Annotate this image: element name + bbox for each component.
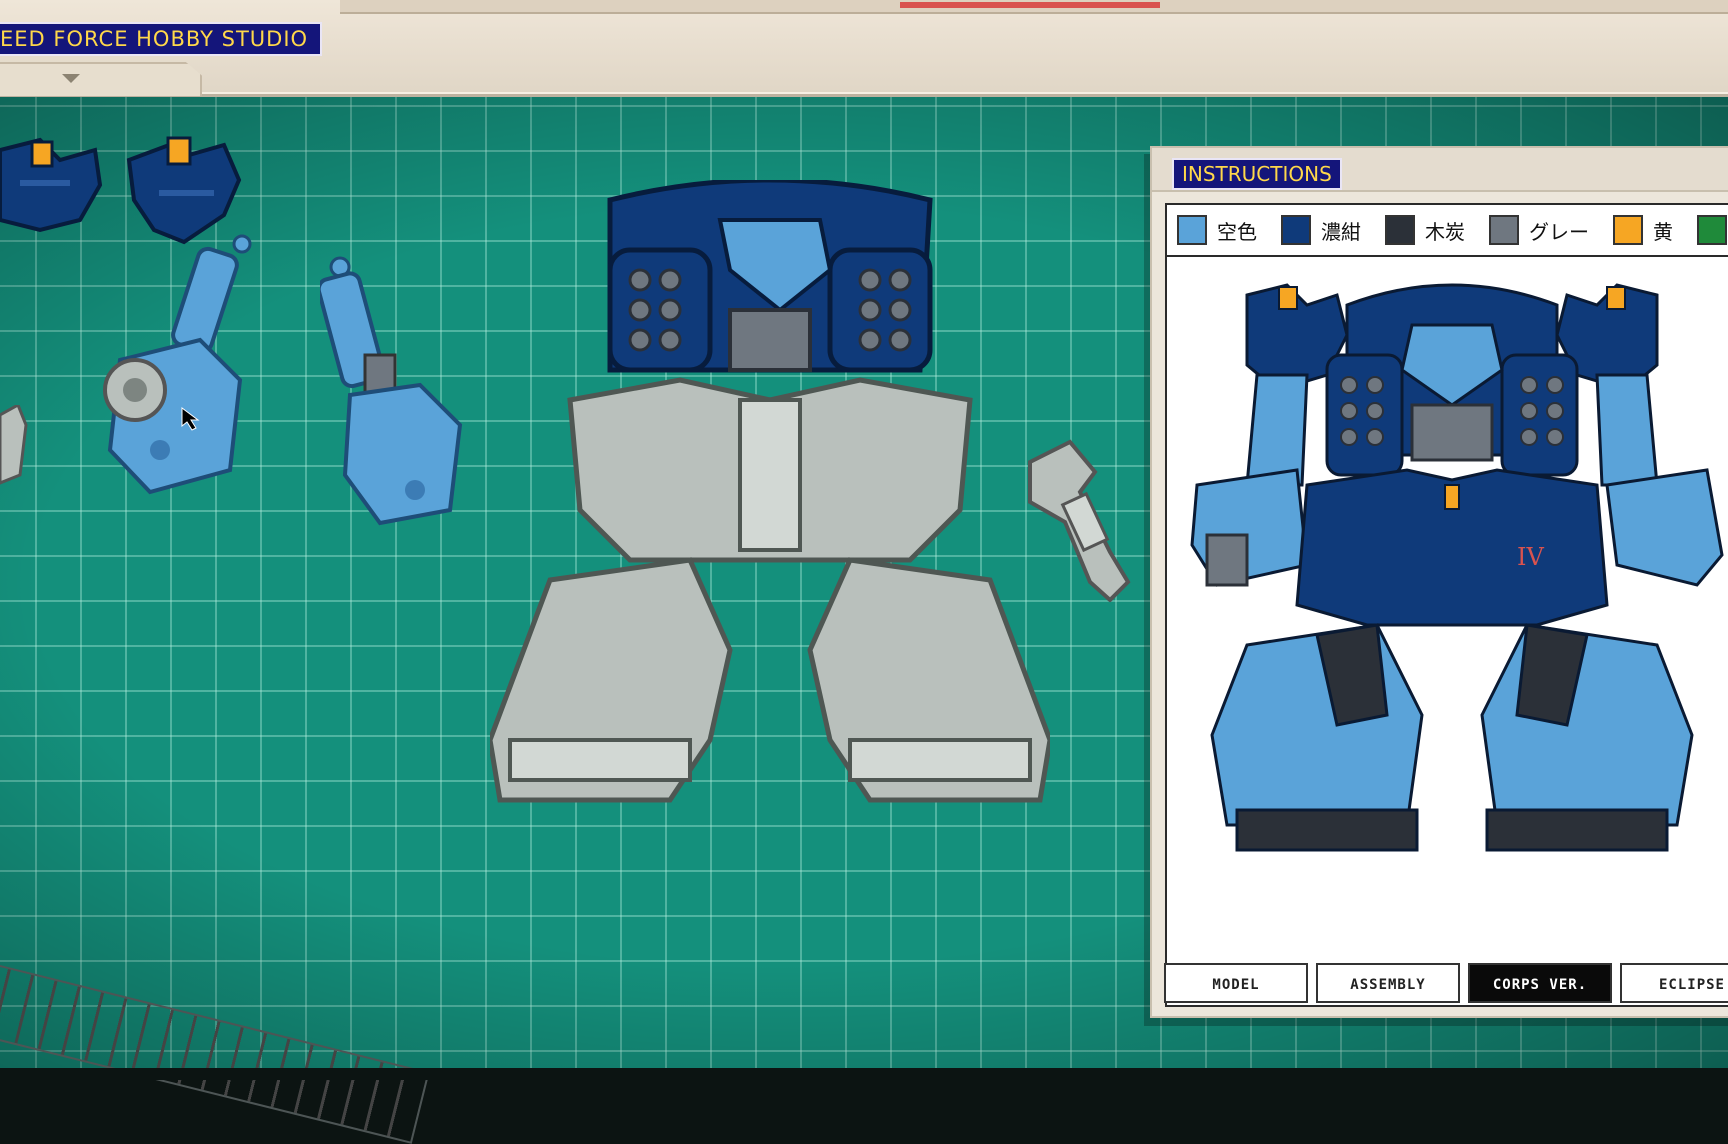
instructions-tabs: MODEL ASSEMBLY CORPS VER. ECLIPSE (1164, 963, 1728, 1009)
corps-emblem: IV (1517, 543, 1544, 571)
robot-diagram: IV (1190, 283, 1724, 852)
legend-swatch (1489, 215, 1519, 245)
instructions-header: INSTRUCTIONS (1152, 148, 1728, 192)
tab-assembly[interactable]: ASSEMBLY (1316, 963, 1460, 1003)
legend-item: 空色 (1177, 215, 1257, 245)
collapse-tab[interactable] (0, 62, 202, 96)
top-title-bar: EED FORCE HOBBY STUDIO (0, 0, 1728, 97)
legend-item: 濃紺 (1281, 215, 1361, 245)
arm-part-right[interactable] (320, 255, 470, 535)
instructions-title: INSTRUCTIONS (1172, 158, 1342, 190)
title-bar-accent (900, 2, 1160, 8)
legend-label: 空色 (1217, 219, 1257, 244)
legend-swatch (1613, 215, 1643, 245)
color-legend: 空色 濃紺 木炭 グレー 黄 (1167, 205, 1728, 257)
legend-item: グレー (1489, 215, 1589, 245)
legend-swatch (1177, 215, 1207, 245)
small-grey-part[interactable] (0, 405, 30, 485)
legend-swatch (1281, 215, 1311, 245)
legend-swatch (1385, 215, 1415, 245)
tab-eclipse[interactable]: ECLIPSE (1620, 963, 1728, 1003)
studio-title: EED FORCE HOBBY STUDIO (0, 22, 323, 56)
tab-model[interactable]: MODEL (1164, 963, 1308, 1003)
legend-label: 黄 (1653, 219, 1673, 244)
instructions-card: 空色 濃紺 木炭 グレー 黄 IV (1165, 203, 1728, 1007)
legend-item: 黄 (1613, 215, 1673, 245)
legend-label: グレー (1529, 219, 1589, 244)
chevron-down-icon[interactable] (62, 74, 80, 83)
legend-label: 濃紺 (1321, 219, 1361, 244)
legend-item (1697, 215, 1728, 245)
legend-swatch (1697, 215, 1727, 245)
legend-item: 木炭 (1385, 215, 1465, 245)
instructions-panel: INSTRUCTIONS 空色 濃紺 木炭 グレー 黄 IV MODEL ASS… (1150, 146, 1728, 1018)
screen-bottom-edge (0, 1068, 1728, 1080)
tab-corps-ver[interactable]: CORPS VER. (1468, 963, 1612, 1003)
shoulder-pad-part-left[interactable] (0, 130, 110, 240)
torso-legs-assembly[interactable] (490, 180, 1050, 860)
arm-part-left[interactable] (90, 230, 270, 510)
legend-label: 木炭 (1425, 219, 1465, 244)
